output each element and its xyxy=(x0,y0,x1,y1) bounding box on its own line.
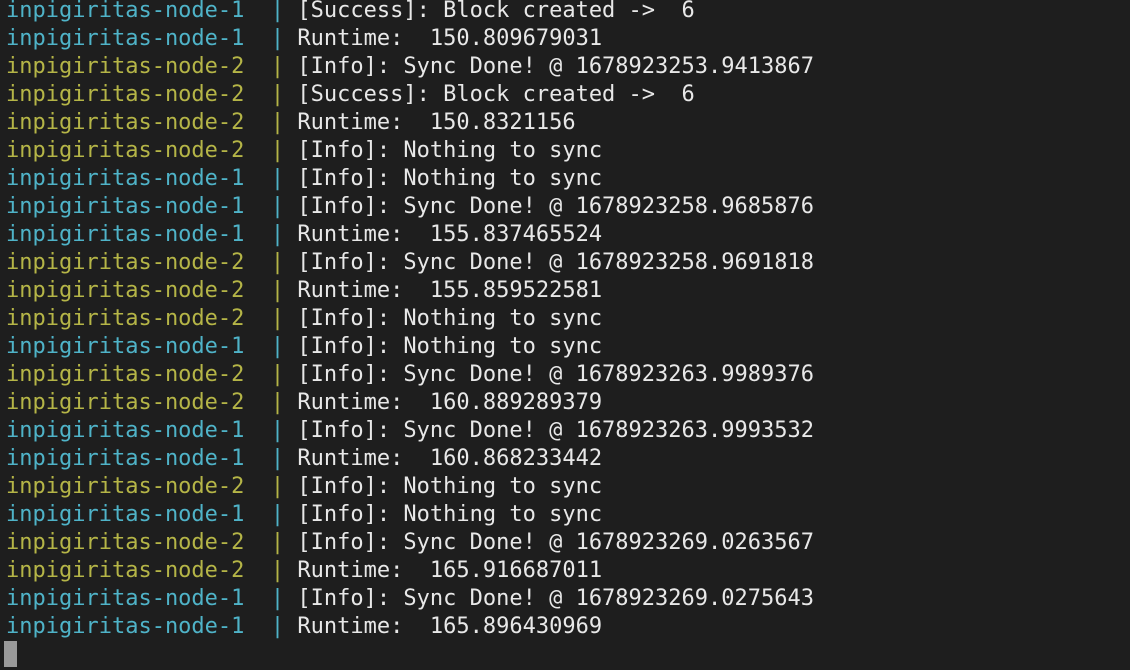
log-separator: | xyxy=(257,250,298,275)
log-separator: | xyxy=(257,0,298,23)
log-node-name: inpigiritas-node-1 xyxy=(6,26,258,51)
log-line: inpigiritas-node-2 | [Success]: Block cr… xyxy=(6,81,814,109)
log-message: [Success]: Block created -> 6 xyxy=(297,0,695,23)
log-separator: | xyxy=(257,82,298,107)
log-node-name: inpigiritas-node-1 xyxy=(6,586,258,611)
log-line: inpigiritas-node-1 | Runtime: 155.837465… xyxy=(6,221,814,249)
log-separator: | xyxy=(257,390,298,415)
log-line: inpigiritas-node-2 | [Info]: Nothing to … xyxy=(6,473,814,501)
log-message: [Info]: Sync Done! @ 1678923258.9691818 xyxy=(297,250,814,275)
log-line: inpigiritas-node-1 | [Success]: Block cr… xyxy=(6,0,814,25)
log-node-name: inpigiritas-node-1 xyxy=(6,502,258,527)
log-message: [Info]: Sync Done! @ 1678923253.9413867 xyxy=(297,54,814,79)
log-line: inpigiritas-node-2 | [Info]: Sync Done! … xyxy=(6,53,814,81)
log-node-name: inpigiritas-node-2 xyxy=(6,82,258,107)
log-line: inpigiritas-node-2 | [Info]: Sync Done! … xyxy=(6,529,814,557)
log-message: [Success]: Block created -> 6 xyxy=(297,82,695,107)
log-node-name: inpigiritas-node-2 xyxy=(6,54,258,79)
log-line: inpigiritas-node-2 | [Info]: Nothing to … xyxy=(6,137,814,165)
log-message: [Info]: Nothing to sync xyxy=(297,306,603,331)
log-separator: | xyxy=(257,558,298,583)
log-node-name: inpigiritas-node-1 xyxy=(6,334,258,359)
log-node-name: inpigiritas-node-2 xyxy=(6,306,258,331)
log-line: inpigiritas-node-1 | [Info]: Nothing to … xyxy=(6,501,814,529)
log-separator: | xyxy=(257,222,298,247)
log-separator: | xyxy=(257,138,298,163)
log-message: [Info]: Sync Done! @ 1678923263.9993532 xyxy=(297,418,814,443)
log-node-name: inpigiritas-node-1 xyxy=(6,222,258,247)
log-message: [Info]: Nothing to sync xyxy=(297,334,603,359)
log-node-name: inpigiritas-node-2 xyxy=(6,278,258,303)
log-separator: | xyxy=(257,586,298,611)
log-node-name: inpigiritas-node-2 xyxy=(6,474,258,499)
log-line: inpigiritas-node-2 | Runtime: 165.916687… xyxy=(6,557,814,585)
log-node-name: inpigiritas-node-1 xyxy=(6,166,258,191)
log-separator: | xyxy=(257,334,298,359)
log-message: Runtime: 150.8321156 xyxy=(297,110,576,135)
log-line: inpigiritas-node-1 | Runtime: 165.896430… xyxy=(6,613,814,641)
log-node-name: inpigiritas-node-2 xyxy=(6,250,258,275)
log-separator: | xyxy=(257,194,298,219)
log-message: Runtime: 165.916687011 xyxy=(297,558,603,583)
log-separator: | xyxy=(257,26,298,51)
log-node-name: inpigiritas-node-1 xyxy=(6,614,258,639)
log-separator: | xyxy=(257,306,298,331)
log-line: inpigiritas-node-1 | Runtime: 150.809679… xyxy=(6,25,814,53)
log-line: inpigiritas-node-2 | [Info]: Sync Done! … xyxy=(6,249,814,277)
log-node-name: inpigiritas-node-1 xyxy=(6,418,258,443)
terminal-cursor xyxy=(4,641,17,667)
log-message: [Info]: Sync Done! @ 1678923263.9989376 xyxy=(297,362,814,387)
log-message: [Info]: Nothing to sync xyxy=(297,138,603,163)
log-message: [Info]: Sync Done! @ 1678923269.0275643 xyxy=(297,586,814,611)
terminal-window[interactable]: inpigiritas-node-1 | [Success]: Block cr… xyxy=(0,0,1130,670)
log-line: inpigiritas-node-1 | [Info]: Nothing to … xyxy=(6,333,814,361)
log-line: inpigiritas-node-2 | Runtime: 155.859522… xyxy=(6,277,814,305)
log-line: inpigiritas-node-2 | [Info]: Nothing to … xyxy=(6,305,814,333)
log-message: Runtime: 160.889289379 xyxy=(297,390,603,415)
log-message: Runtime: 155.859522581 xyxy=(297,278,603,303)
log-message: Runtime: 160.868233442 xyxy=(297,446,603,471)
log-message: [Info]: Sync Done! @ 1678923269.0263567 xyxy=(297,530,814,555)
log-node-name: inpigiritas-node-2 xyxy=(6,362,258,387)
log-separator: | xyxy=(257,166,298,191)
log-separator: | xyxy=(257,418,298,443)
log-node-name: inpigiritas-node-2 xyxy=(6,530,258,555)
log-message: Runtime: 165.896430969 xyxy=(297,614,603,639)
log-line: inpigiritas-node-1 | [Info]: Sync Done! … xyxy=(6,193,814,221)
log-line: inpigiritas-node-1 | Runtime: 160.868233… xyxy=(6,445,814,473)
log-line: inpigiritas-node-1 | [Info]: Sync Done! … xyxy=(6,585,814,613)
log-line: inpigiritas-node-1 | [Info]: Nothing to … xyxy=(6,165,814,193)
log-separator: | xyxy=(257,530,298,555)
log-node-name: inpigiritas-node-2 xyxy=(6,390,258,415)
log-node-name: inpigiritas-node-1 xyxy=(6,194,258,219)
log-message: Runtime: 150.809679031 xyxy=(297,26,603,51)
log-separator: | xyxy=(257,110,298,135)
log-separator: | xyxy=(257,474,298,499)
log-node-name: inpigiritas-node-1 xyxy=(6,0,258,23)
log-message: Runtime: 155.837465524 xyxy=(297,222,603,247)
log-line: inpigiritas-node-2 | Runtime: 150.832115… xyxy=(6,109,814,137)
log-message: [Info]: Nothing to sync xyxy=(297,502,603,527)
log-separator: | xyxy=(257,614,298,639)
log-line: inpigiritas-node-1 | [Info]: Sync Done! … xyxy=(6,417,814,445)
log-node-name: inpigiritas-node-2 xyxy=(6,558,258,583)
log-separator: | xyxy=(257,446,298,471)
log-message: [Info]: Sync Done! @ 1678923258.9685876 xyxy=(297,194,814,219)
log-node-name: inpigiritas-node-1 xyxy=(6,446,258,471)
terminal-output: inpigiritas-node-1 | [Success]: Block cr… xyxy=(6,0,814,641)
log-separator: | xyxy=(257,362,298,387)
log-node-name: inpigiritas-node-2 xyxy=(6,138,258,163)
log-message: [Info]: Nothing to sync xyxy=(297,474,603,499)
log-line: inpigiritas-node-2 | [Info]: Sync Done! … xyxy=(6,361,814,389)
log-separator: | xyxy=(257,502,298,527)
log-separator: | xyxy=(257,54,298,79)
log-node-name: inpigiritas-node-2 xyxy=(6,110,258,135)
log-message: [Info]: Nothing to sync xyxy=(297,166,603,191)
log-line: inpigiritas-node-2 | Runtime: 160.889289… xyxy=(6,389,814,417)
log-separator: | xyxy=(257,278,298,303)
